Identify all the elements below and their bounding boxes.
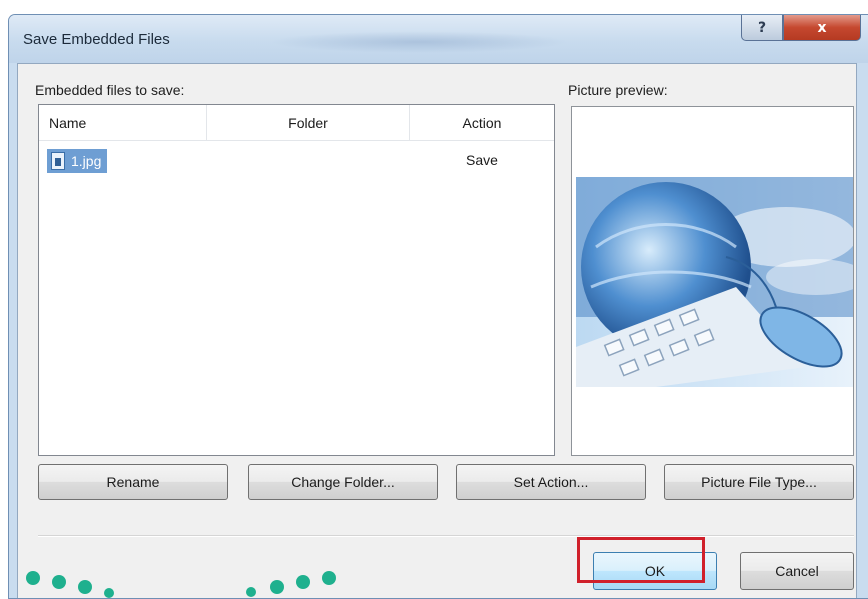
rename-button[interactable]: Rename [38,464,228,500]
decor-dot [78,580,92,594]
decor-dot [246,587,256,597]
set-action-button[interactable]: Set Action... [456,464,646,500]
dialog-body: Embedded files to save: Picture preview:… [17,63,857,598]
picture-preview-image [576,177,853,387]
decor-dot [270,580,284,594]
decor-dot [52,575,66,589]
picture-preview-label: Picture preview: [568,82,668,98]
picture-file-type-button[interactable]: Picture File Type... [664,464,854,500]
decor-dot [296,575,310,589]
file-name: 1.jpg [71,153,102,169]
column-header-folder[interactable]: Folder [207,105,410,140]
globe-keyboard-mouse-picture [576,177,853,387]
embedded-files-label: Embedded files to save: [35,82,185,98]
ok-button-highlight [577,537,705,583]
close-button[interactable]: x [783,15,861,41]
list-item[interactable]: 1.jpg Save [39,145,554,175]
title-bar[interactable]: Save Embedded Files ? x [9,15,868,63]
help-icon: ? [757,19,767,36]
decor-dot [322,571,336,585]
file-action: Save [466,152,498,168]
list-item-name-cell[interactable]: 1.jpg [47,149,108,173]
dialog-title: Save Embedded Files [23,31,170,48]
image-file-icon [51,152,65,170]
cancel-button[interactable]: Cancel [740,552,854,590]
picture-preview-box [571,106,854,456]
save-embedded-files-dialog: Save Embedded Files ? x Embedded files t… [8,14,868,599]
list-header: Name Folder Action [39,105,554,141]
separator [38,535,854,537]
column-header-action[interactable]: Action [410,105,554,140]
embedded-files-list[interactable]: Name Folder Action 1.jpg Save [38,104,555,456]
help-button[interactable]: ? [741,15,783,41]
decor-dot [26,571,40,585]
close-icon: x [817,19,827,36]
decor-dot [104,588,114,598]
change-folder-button[interactable]: Change Folder... [248,464,438,500]
title-bar-decoration [269,31,569,53]
column-header-name[interactable]: Name [39,105,207,140]
